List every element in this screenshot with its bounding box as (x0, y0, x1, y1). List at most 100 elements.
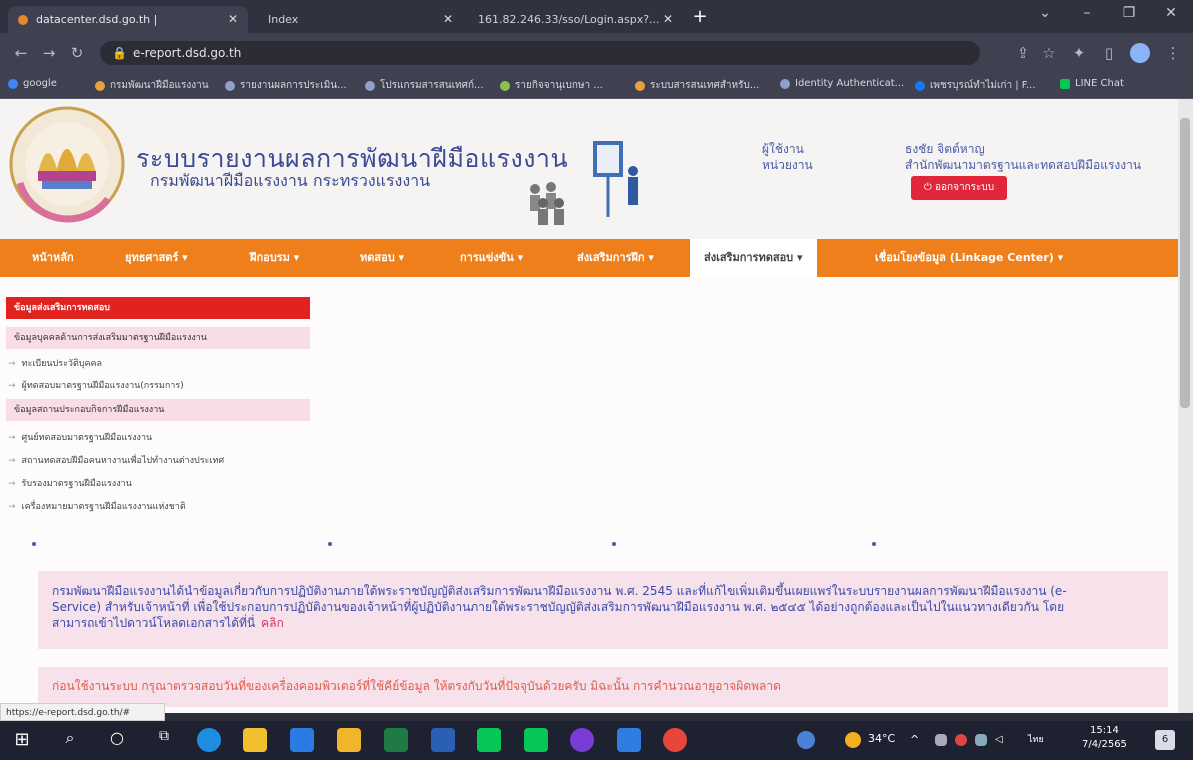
chrome-icon[interactable] (663, 728, 687, 752)
status-url: https://e-report.dsd.go.th/# (0, 703, 165, 721)
menu-item-overseas-test-centers[interactable]: → สถานทดสอบฝีมือคนหางานเพื่อไปทำงานต่างปร… (8, 453, 224, 467)
store-icon[interactable] (337, 728, 361, 752)
browser-tab-index[interactable]: Index ✕ (258, 6, 463, 33)
word-icon[interactable] (431, 728, 455, 752)
arrow-right-icon: → (8, 479, 16, 489)
nav-training-promotion[interactable]: ส่งเสริมการฝึก ▾ (577, 239, 654, 277)
download-link[interactable]: คลิก (261, 616, 284, 630)
close-icon[interactable]: ✕ (443, 12, 453, 26)
tab-title: 161.82.246.33/sso/Login.aspx?... (478, 13, 660, 26)
speaker-icon[interactable]: ◁ (995, 734, 1007, 746)
menu-item-national-standard-mark[interactable]: → เครื่องหมายมาตรฐานฝีมือแรงงานแห่งชาติ (8, 499, 186, 513)
forward-icon[interactable]: → (36, 40, 62, 66)
department-title: กรมพัฒนาฝีมือแรงงาน กระทรวงแรงงาน (150, 171, 431, 190)
menu-item-test-centers[interactable]: → ศูนย์ทดสอบมาตรฐานฝีมือแรงงาน (8, 430, 152, 444)
temperature: 34°C (868, 732, 896, 745)
notice-line: Service) สำหรับเจ้าหน้าที่ เพื่อใช้ประกอ… (52, 600, 1065, 614)
line-icon[interactable] (524, 728, 548, 752)
windows-start-icon[interactable]: ⊞ (10, 728, 34, 752)
task-view-icon[interactable]: ⧉ (152, 728, 176, 752)
menu-item-examiners[interactable]: → ผู้ทดสอบมาตรฐานฝีมือแรงงาน(กรรมการ) (8, 378, 184, 392)
profile-avatar[interactable] (1130, 43, 1150, 63)
new-tab-button[interactable]: + (690, 8, 710, 28)
nav-linkage-center[interactable]: เชื่อมโยงข้อมูล (Linkage Center) ▾ (875, 239, 1063, 277)
back-icon[interactable]: ← (8, 40, 34, 66)
line-icon[interactable] (477, 728, 501, 752)
arrow-right-icon: → (8, 433, 16, 443)
address-bar[interactable]: 🔒 e-report.dsd.go.th (100, 41, 980, 65)
google-icon (8, 78, 18, 89)
nav-home[interactable]: หน้าหลัก (32, 239, 74, 277)
extensions-icon[interactable]: ✦ (1066, 40, 1092, 66)
menu-section-establishments: ข้อมูลสถานประกอบกิจการฝีมือแรงงาน (6, 399, 310, 421)
browser-tab-sso[interactable]: 161.82.246.33/sso/Login.aspx?... ✕ (468, 6, 683, 33)
scrollbar-thumb[interactable] (1180, 118, 1190, 408)
close-icon[interactable]: ✕ (663, 12, 673, 26)
site-favicon-icon (18, 14, 28, 25)
tab-title: Index (268, 13, 299, 26)
clock[interactable]: 15:14 7/4/2565 (1082, 724, 1127, 752)
time: 15:14 (1090, 725, 1119, 736)
logout-button[interactable]: ⏻ ออกจากระบบ (911, 176, 1007, 200)
nav-competition[interactable]: การแข่งขัน ▾ (460, 239, 523, 277)
close-window-icon[interactable]: ✕ (1156, 5, 1186, 21)
tray-icon[interactable] (935, 734, 947, 746)
menu-item-person-registry[interactable]: → ทะเบียนประวัติบุคคล (8, 356, 102, 370)
excel-icon[interactable] (384, 728, 408, 752)
file-explorer-icon[interactable] (243, 728, 267, 752)
share-icon[interactable]: ⇪ (1010, 40, 1036, 66)
notice-box: กรมพัฒนาฝีมือแรงงานได้นำข้อมูลเกี่ยวกับก… (38, 571, 1168, 649)
network-icon[interactable] (975, 734, 987, 746)
notification-icon[interactable]: 6 (1155, 730, 1175, 750)
search-icon[interactable]: ⌕ (58, 728, 82, 752)
bookmark-dsd[interactable]: กรมพัฒนาฝีมือแรงงาน (95, 78, 209, 93)
globe-icon (225, 80, 235, 91)
menu-section-personnel: ข้อมูลบุคคลด้านการส่งเสริมมาตรฐานฝีมือแร… (6, 327, 310, 349)
training-illustration-icon (530, 141, 638, 225)
tab-title: datacenter.dsd.go.th | (36, 13, 158, 26)
bookmark-gazette[interactable]: รายกิจจานุเบกษา ... (500, 78, 603, 93)
reload-icon[interactable]: ↻ (64, 40, 90, 66)
app-icon[interactable] (617, 728, 641, 752)
site-icon (500, 80, 510, 91)
help-icon[interactable] (797, 731, 815, 749)
chevron-up-icon[interactable]: ^ (910, 733, 924, 747)
bookmark-facebook[interactable]: เพชรบุรณ์ทำไม่เก่า | F... (915, 78, 1036, 93)
input-language[interactable]: ไทย (1028, 732, 1044, 746)
sidebar-icon[interactable]: ▯ (1096, 40, 1122, 66)
divider (32, 542, 876, 546)
menu-item-standard-certification[interactable]: → รับรองมาตรฐานฝีมือแรงงาน (8, 476, 132, 490)
notice-line-download: สามารถเข้าไปดาวน์โหลดเอกสารได้ที่นี่ คลิก (52, 616, 284, 630)
main-nav: หน้าหลัก ยุทธศาสตร์ ▾ ฝึกอบรม ▾ ทดสอบ ▾ … (0, 239, 1178, 277)
chevron-down-icon[interactable]: ⌄ (1030, 5, 1060, 21)
minimize-icon[interactable]: – (1072, 5, 1102, 21)
bookmark-info-system[interactable]: ระบบสารสนเทศสำหรับ... (635, 78, 759, 93)
bookmark-program[interactable]: โปรแกรมสารสนเทศก์... (365, 78, 484, 93)
nav-testing[interactable]: ทดสอบ ▾ (360, 239, 404, 277)
facebook-icon (915, 80, 925, 91)
restore-icon[interactable]: ❐ (1114, 5, 1144, 21)
menu-icon[interactable]: ⋮ (1160, 40, 1186, 66)
weather-icon[interactable] (845, 732, 861, 748)
nav-testing-promotion[interactable]: ส่งเสริมการทดสอบ ▾ (690, 239, 817, 277)
app-icon[interactable] (570, 728, 594, 752)
bookmarks-bar: google กรมพัฒนาฝีมือแรงงาน รายงานผลการปร… (0, 71, 1193, 99)
bookmark-line[interactable]: LINE Chat (1060, 78, 1124, 89)
edge-icon[interactable] (197, 728, 221, 752)
bookmark-identity[interactable]: Identity Authenticat... (780, 78, 904, 89)
bookmark-google[interactable]: google (8, 78, 57, 89)
date: 7/4/2565 (1082, 739, 1127, 750)
cortana-icon[interactable]: ○ (105, 728, 129, 752)
date-warning: ก่อนใช้งานระบบ กรุณาตรวจสอบวันที่ของเครื… (38, 667, 1168, 707)
nav-training[interactable]: ฝึกอบรม ▾ (250, 239, 299, 277)
windows-taskbar: ⊞ ⌕ ○ ⧉ ^ ◁ 6 (0, 721, 1193, 760)
unit-label: หน่วยงาน (762, 158, 813, 172)
tray-icon[interactable] (955, 734, 967, 746)
browser-tab-datacenter[interactable]: datacenter.dsd.go.th | ✕ (8, 6, 248, 33)
line-icon (1060, 78, 1070, 89)
nav-strategy[interactable]: ยุทธศาสตร์ ▾ (125, 239, 188, 277)
close-icon[interactable]: ✕ (228, 12, 238, 26)
bookmark-report[interactable]: รายงานผลการประเมิน... (225, 78, 347, 93)
mail-icon[interactable] (290, 728, 314, 752)
star-icon[interactable]: ☆ (1036, 40, 1062, 66)
